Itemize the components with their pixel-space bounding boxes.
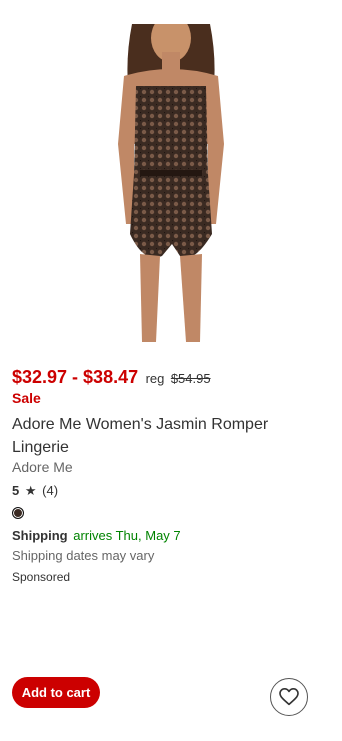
sponsored-label: Sponsored [12,570,71,584]
shipping-dates-note: Shipping dates may vary [12,548,155,563]
rating-score: 5 [12,483,20,498]
product-photo [118,24,224,342]
color-swatch[interactable] [12,507,24,519]
favorite-button[interactable] [270,678,308,716]
product-image[interactable] [84,24,258,342]
price-row: $32.97 - $38.47 reg $54.95 [12,366,211,390]
sale-price-range: $32.97 - $38.47 [12,367,139,387]
shipping-arrival-date: arrives Thu, May 7 [73,528,181,543]
heart-icon [279,688,299,706]
product-rating[interactable]: 5 ★ (4) [12,483,58,499]
add-to-cart-button[interactable]: Add to cart [12,677,100,708]
reg-price-label: reg [145,371,165,386]
sale-badge: Sale [12,390,41,406]
shipping-label: Shipping [12,528,68,543]
shipping-info: Shipping arrives Thu, May 7 [12,528,181,543]
star-icon: ★ [24,483,37,498]
rating-count: (4) [42,483,59,498]
product-title[interactable]: Adore Me Women's Jasmin Romper Lingerie [12,413,312,459]
regular-price: $54.95 [170,371,211,386]
product-brand[interactable]: Adore Me [12,459,73,475]
